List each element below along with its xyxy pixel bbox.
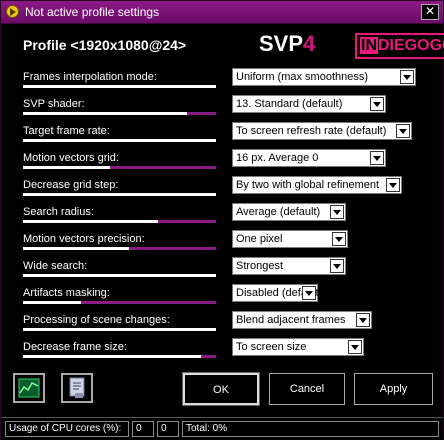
setting-level-slider[interactable]	[23, 193, 216, 196]
chevron-down-icon[interactable]	[348, 340, 362, 354]
chevron-down-icon[interactable]	[330, 205, 344, 219]
setting-level-fill	[23, 85, 216, 88]
setting-dropdown-value: Uniform (max smoothness)	[236, 71, 369, 83]
setting-dropdown[interactable]: To screen size	[232, 338, 364, 356]
status-bar: Usage of CPU cores (%): 0 0 Total: 0%	[1, 417, 443, 440]
setting-level-slider[interactable]	[23, 247, 216, 250]
setting-level-slider[interactable]	[23, 85, 216, 88]
chevron-down-icon[interactable]	[386, 178, 400, 192]
setting-level-slider[interactable]	[23, 328, 216, 331]
graph-icon	[18, 378, 40, 398]
setting-dropdown[interactable]: To screen refresh rate (default)	[232, 122, 412, 140]
setting-level-slider[interactable]	[23, 301, 216, 304]
svp-app-icon	[6, 5, 19, 18]
setting-dropdown-value: To screen size	[236, 341, 307, 353]
setting-row: Artifacts masking:	[23, 287, 216, 314]
setting-label: Decrease grid step:	[23, 179, 119, 191]
setting-level-fill	[23, 328, 216, 331]
settings-window: Not active profile settings ✕ Profile <1…	[0, 0, 444, 440]
setting-dropdown-value: Average (default)	[236, 206, 321, 218]
chevron-down-icon[interactable]	[396, 124, 410, 138]
close-button[interactable]: ✕	[421, 4, 439, 20]
chevron-down-icon[interactable]	[356, 313, 370, 327]
setting-label: Motion vectors grid:	[23, 152, 119, 164]
cpu-usage-label: Usage of CPU cores (%):	[5, 421, 129, 437]
setting-level-slider[interactable]	[23, 166, 216, 169]
setting-row: Frames interpolation mode:	[23, 71, 216, 98]
setting-label: Decrease frame size:	[23, 341, 127, 353]
setting-label: Search radius:	[23, 206, 94, 218]
setting-dropdown[interactable]: 16 px. Average 0	[232, 149, 386, 167]
setting-row: Processing of scene changes:	[23, 314, 216, 341]
setting-level-slider[interactable]	[23, 355, 216, 358]
setting-level-fill	[23, 355, 201, 358]
info-button[interactable]	[61, 373, 93, 403]
cancel-button[interactable]: Cancel	[269, 373, 345, 405]
chevron-down-icon[interactable]	[332, 232, 346, 246]
chevron-down-icon[interactable]	[330, 259, 344, 273]
setting-dropdown-value: Blend adjacent frames	[236, 314, 346, 326]
graph-button[interactable]	[13, 373, 45, 403]
title-bar[interactable]: Not active profile settings ✕	[1, 1, 443, 24]
setting-label: Frames interpolation mode:	[23, 71, 157, 83]
setting-level-fill	[23, 112, 188, 115]
setting-label: Processing of scene changes:	[23, 314, 170, 326]
setting-dropdown[interactable]: Disabled (default)	[232, 284, 322, 302]
ok-button[interactable]: OK	[182, 372, 260, 406]
cpu-total-value: Total: 0%	[182, 421, 439, 437]
setting-label: Motion vectors precision:	[23, 233, 145, 245]
setting-dropdown-value: 13. Standard (default)	[236, 98, 343, 110]
setting-label: Wide search:	[23, 260, 88, 272]
setting-dropdown[interactable]: Uniform (max smoothness)	[232, 68, 416, 86]
setting-level-fill	[23, 301, 81, 304]
profile-title: Profile <1920x1080@24>	[23, 37, 187, 53]
setting-level-fill	[23, 139, 216, 142]
setting-dropdown[interactable]: Blend adjacent frames	[232, 311, 372, 329]
setting-dropdown[interactable]: By two with global refinement	[232, 176, 402, 194]
cpu-core-1-value: 0	[132, 421, 154, 437]
setting-dropdown-value: By two with global refinement	[236, 179, 380, 191]
setting-level-slider[interactable]	[23, 112, 216, 115]
setting-level-fill	[23, 193, 216, 196]
setting-dropdown-value: One pixel	[236, 233, 283, 245]
setting-dropdown-value: To screen refresh rate (default)	[236, 125, 387, 137]
apply-button[interactable]: Apply	[354, 373, 433, 405]
setting-row: Target frame rate:	[23, 125, 216, 152]
setting-level-slider[interactable]	[23, 274, 216, 277]
setting-row: Search radius:	[23, 206, 216, 233]
setting-dropdown[interactable]: Average (default)	[232, 203, 346, 221]
setting-row: Decrease grid step:	[23, 179, 216, 206]
chevron-down-icon[interactable]	[302, 286, 316, 300]
setting-level-fill	[23, 220, 159, 223]
setting-row: Motion vectors grid:	[23, 152, 216, 179]
setting-level-fill	[23, 166, 110, 169]
setting-dropdown[interactable]: One pixel	[232, 230, 348, 248]
setting-level-fill	[23, 274, 216, 277]
setting-dropdown[interactable]: Strongest	[232, 257, 346, 275]
setting-dropdown-value: 16 px. Average 0	[236, 152, 319, 164]
window-title: Not active profile settings	[25, 5, 160, 19]
chevron-down-icon[interactable]	[370, 151, 384, 165]
setting-label: SVP shader:	[23, 98, 85, 110]
cpu-core-2-value: 0	[157, 421, 179, 437]
setting-dropdown-value: Strongest	[236, 260, 284, 272]
setting-dropdown[interactable]: 13. Standard (default)	[232, 95, 386, 113]
setting-level-fill	[23, 247, 130, 250]
chevron-down-icon[interactable]	[400, 70, 414, 84]
setting-row: Motion vectors precision:	[23, 233, 216, 260]
info-icon	[69, 377, 85, 398]
setting-label: Target frame rate:	[23, 125, 110, 137]
setting-row: Decrease frame size:	[23, 341, 216, 368]
chevron-down-icon[interactable]	[370, 97, 384, 111]
setting-level-slider[interactable]	[23, 139, 216, 142]
setting-label: Artifacts masking:	[23, 287, 110, 299]
setting-row: Wide search:	[23, 260, 216, 287]
setting-level-slider[interactable]	[23, 220, 216, 223]
setting-row: SVP shader:	[23, 98, 216, 125]
